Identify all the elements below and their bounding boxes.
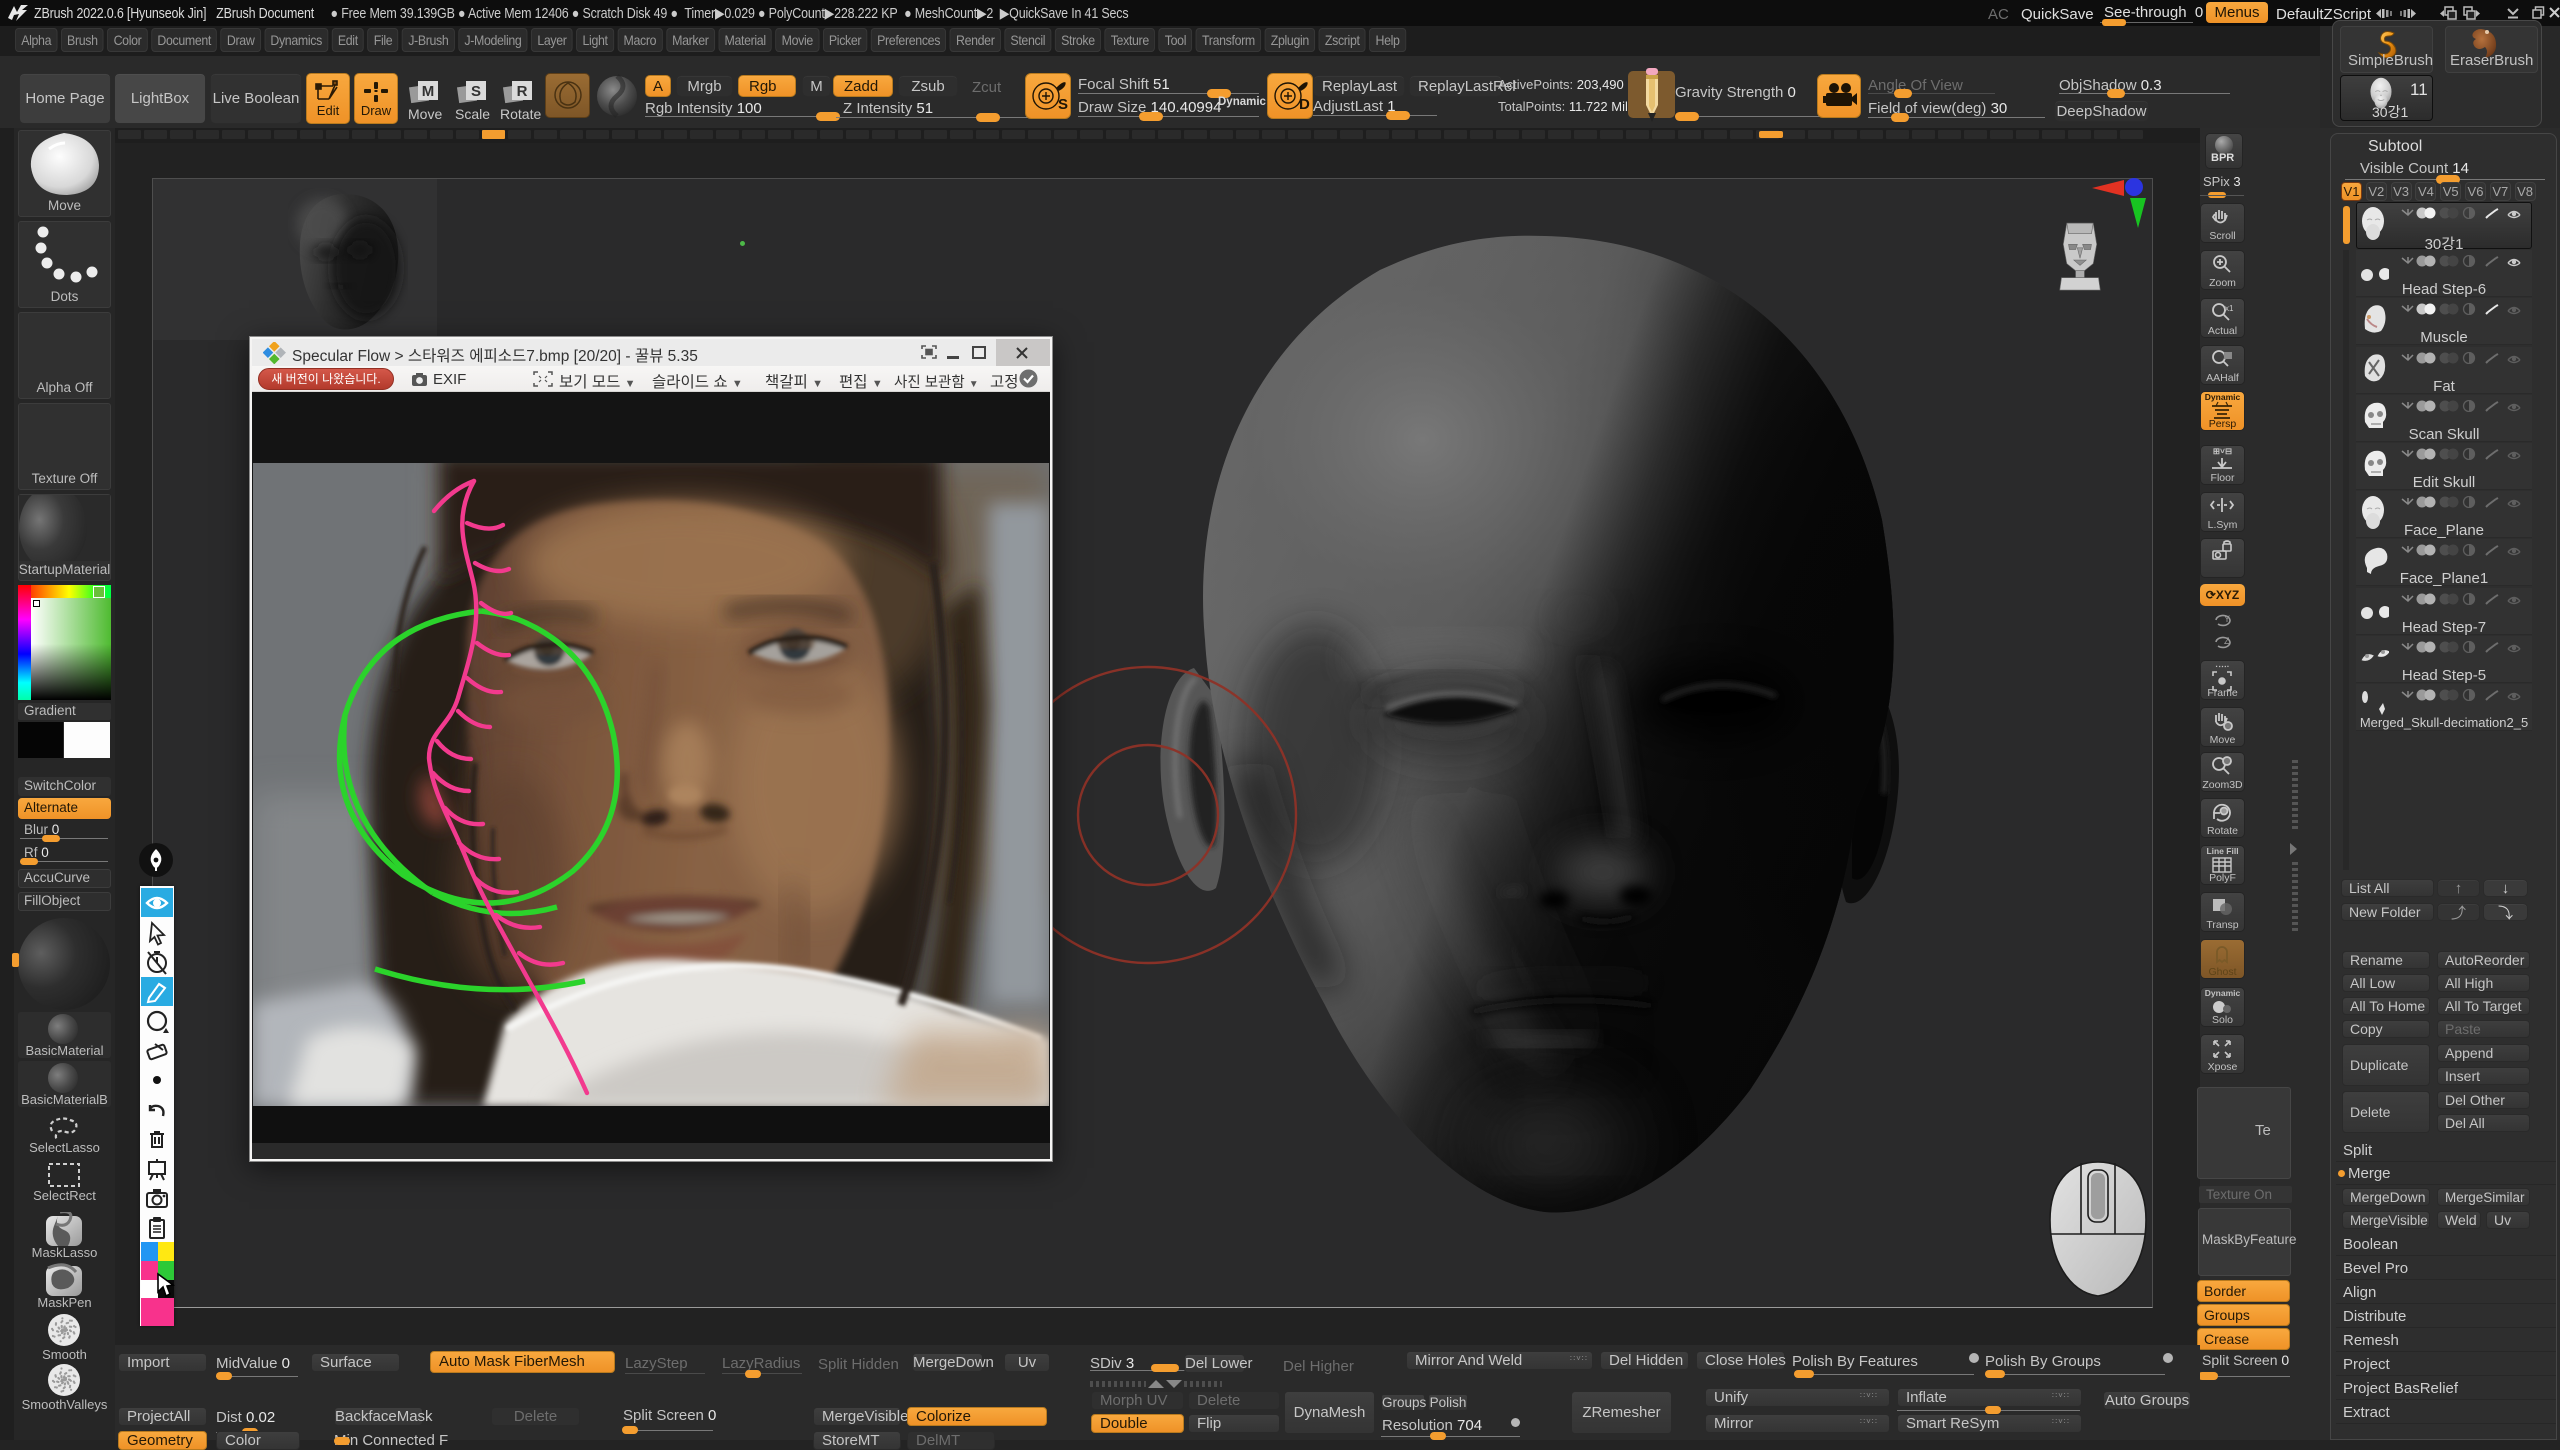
svg-text:Z: Z [2224,636,2230,646]
svg-text:M: M [422,83,435,100]
svg-text:R: R [517,83,528,100]
svg-text:S: S [471,83,481,100]
svg-text:D: D [1299,96,1310,113]
svg-text:Y: Y [2224,614,2230,624]
svg-text:x1: x1 [2225,304,2234,313]
svg-text:S: S [1058,96,1068,113]
